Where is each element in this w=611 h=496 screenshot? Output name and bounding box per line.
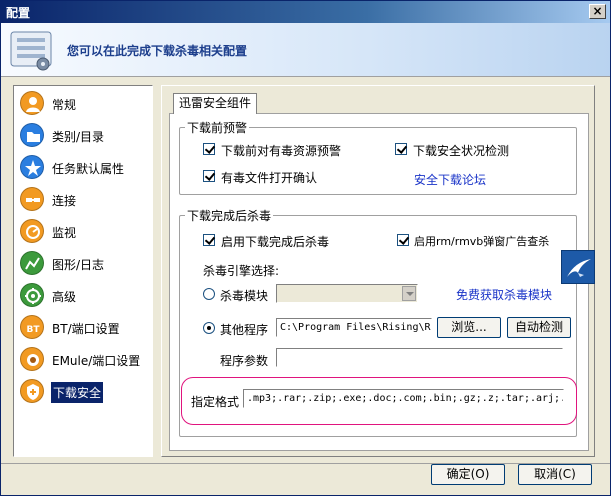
confirm-open-label: 有毒文件打开确认 xyxy=(221,171,318,185)
auto-detect-button[interactable]: 自动检测 xyxy=(507,317,571,338)
ok-button[interactable]: 确定(O) xyxy=(431,464,505,485)
monitor-icon xyxy=(20,219,44,243)
sidebar-item-label: 类别/目录 xyxy=(52,130,105,144)
folder-icon xyxy=(20,123,44,147)
module-dropdown-arrow[interactable] xyxy=(402,286,416,301)
security-check-checkbox[interactable] xyxy=(395,143,407,155)
person-icon xyxy=(20,91,44,115)
category-sidebar: 常规类别/目录任务默认属性 连接监视图形/日志高级 BT BT/端口设置 EMule/端… xyxy=(13,85,153,457)
sidebar-item[interactable]: 高级 xyxy=(18,281,148,309)
sidebar-item[interactable]: 下载安全 xyxy=(18,377,148,405)
sidebar-item[interactable]: 图形/日志 xyxy=(18,249,148,277)
free-module-link[interactable]: 免费获取杀毒模块 xyxy=(456,286,552,303)
sidebar-item-label: 常规 xyxy=(52,98,77,112)
module-select[interactable] xyxy=(276,284,418,303)
sidebar-item[interactable]: 类别/目录 xyxy=(18,121,148,149)
module-radio[interactable] xyxy=(203,288,215,300)
warn-toxic-checkbox[interactable] xyxy=(203,143,215,155)
close-button[interactable]: × xyxy=(589,4,606,19)
config-window: 配置 × 您可以在此完成下载杀毒相关配置 常规类别/目录任务默认属性 连接监视图形… xyxy=(0,0,611,496)
sidebar-item-label: 高级 xyxy=(52,290,77,304)
title-bar[interactable]: 配置 × xyxy=(1,1,610,23)
sidebar-item[interactable]: 连接 xyxy=(18,185,148,213)
enable-rm-label: 启用rm/rmvb弹窗广告查杀 xyxy=(414,235,550,248)
other-program-radio[interactable] xyxy=(203,322,215,334)
star-icon xyxy=(20,155,44,179)
sidebar-item-label: 下载安全 xyxy=(51,382,104,403)
enable-scan-checkbox[interactable] xyxy=(203,234,215,246)
format-label: 指定格式 xyxy=(191,395,240,409)
settings-panel-icon xyxy=(9,28,53,72)
window-title: 配置 xyxy=(6,6,31,20)
security-check-label: 下载安全状况检测 xyxy=(413,144,510,158)
tab-security-components[interactable]: 迅雷安全组件 xyxy=(173,93,257,114)
connection-icon xyxy=(20,187,44,211)
thunder-bird-icon xyxy=(561,250,595,284)
program-params-input[interactable] xyxy=(276,348,563,367)
sidebar-item-label: 监视 xyxy=(52,226,77,240)
sidebar-item-label: 图形/日志 xyxy=(52,258,105,272)
emule-icon xyxy=(20,347,44,371)
bt-icon: BT xyxy=(20,315,44,339)
cancel-button[interactable]: 取消(C) xyxy=(518,464,592,485)
other-program-path[interactable]: C:\Program Files\Rising\R xyxy=(276,318,432,337)
enable-rm-checkbox[interactable] xyxy=(397,234,409,246)
post-download-legend: 下载完成后杀毒 xyxy=(185,207,274,224)
graph-icon xyxy=(20,251,44,275)
pre-download-legend: 下载前预警 xyxy=(185,119,250,136)
sidebar-item[interactable]: 任务默认属性 xyxy=(18,153,148,181)
module-radio-label: 杀毒模块 xyxy=(220,289,269,303)
sidebar-item[interactable]: 监视 xyxy=(18,217,148,245)
header-banner: 您可以在此完成下载杀毒相关配置 xyxy=(1,23,610,77)
security-forum-link[interactable]: 安全下载论坛 xyxy=(414,171,486,188)
shield-plus-icon xyxy=(20,379,44,403)
enable-scan-label: 启用下载完成后杀毒 xyxy=(221,235,330,249)
program-params-label: 程序参数 xyxy=(220,354,269,368)
sidebar-item[interactable]: EMule/端口设置 xyxy=(18,345,148,373)
browse-button[interactable]: 浏览... xyxy=(437,317,501,338)
sidebar-item-label: 连接 xyxy=(52,194,77,208)
sidebar-item-label: EMule/端口设置 xyxy=(52,354,141,368)
sidebar-item[interactable]: BT BT/端口设置 xyxy=(18,313,148,341)
gear-icon xyxy=(20,283,44,307)
sidebar-item-label: BT/端口设置 xyxy=(52,322,120,336)
other-program-label: 其他程序 xyxy=(220,323,269,337)
banner-text: 您可以在此完成下载杀毒相关配置 xyxy=(67,44,248,58)
format-input[interactable]: .mp3;.rar;.zip;.exe;.doc;.com;.bin;.gz;.… xyxy=(243,389,564,408)
sidebar-item-label: 任务默认属性 xyxy=(52,162,125,176)
confirm-open-checkbox[interactable] xyxy=(203,170,215,182)
engine-select-label: 杀毒引擎选择: xyxy=(203,264,280,278)
svg-text:BT: BT xyxy=(27,325,41,335)
sidebar-item[interactable]: 常规 xyxy=(18,89,148,117)
warn-toxic-label: 下载前对有毒资源预警 xyxy=(221,144,342,158)
